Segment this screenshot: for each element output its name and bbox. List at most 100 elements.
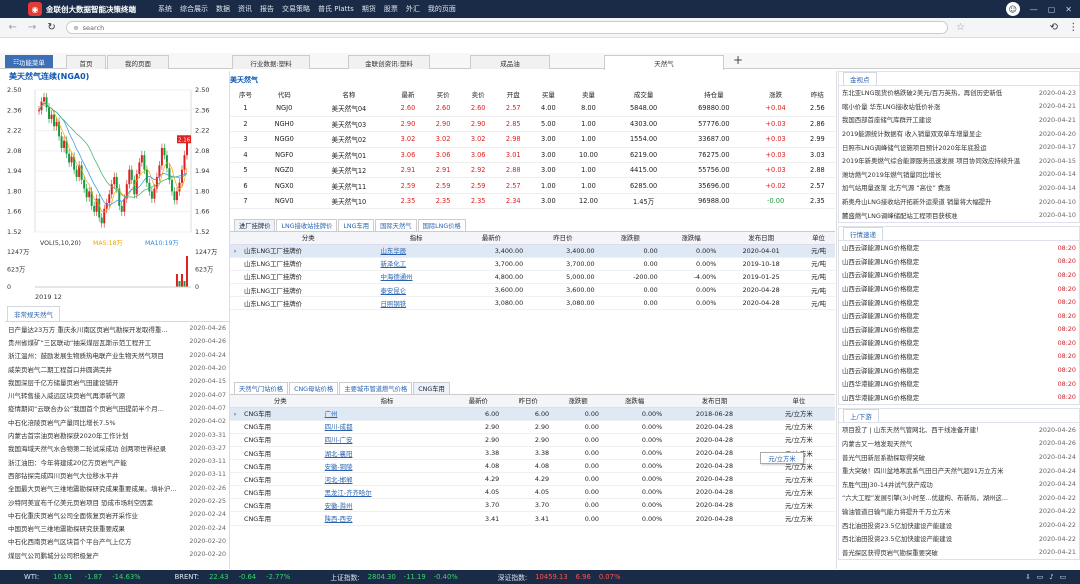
table-row[interactable]: CNG车用 黑龙江-齐齐哈尔 4.05 4.05 0.00 0.00% 2020-04-28… (230, 485, 835, 500)
maximize-icon[interactable]: ▢ (1048, 5, 1056, 14)
list-item[interactable]: “六大工程”发展引擎(3小时至...优建构、布新局，湖州这... 2020-04-… (839, 491, 1079, 505)
indicator-link[interactable]: 安徽-铜陵 (325, 463, 353, 471)
column-header[interactable]: 单位 (802, 232, 835, 245)
column-header[interactable]: 发布日期 (666, 395, 763, 408)
list-item[interactable]: 喀小价量 华东LNG接收站低价补涨 2020-04-21 (839, 100, 1079, 114)
more-icon[interactable]: ⋮ (1067, 22, 1080, 33)
column-header[interactable]: 成交量 (611, 87, 676, 101)
indicator-link[interactable]: 日照钢铁 (381, 300, 407, 308)
indicator-link[interactable]: 河北-邯郸 (325, 476, 353, 484)
menu-item[interactable]: 期货 (362, 4, 376, 14)
table-row[interactable]: 山东LNG工厂挂牌价 泰安昆仑 3,600.00 3,600.00 0.00 0.00% 2… (230, 283, 835, 298)
list-item[interactable]: 普光探区获得页岩气勘探重要突破 2020-04-21 (839, 545, 1079, 559)
list-item[interactable]: 中石化西南页岩气区块首个平台产气上亿方 2020-02-20 (5, 535, 229, 548)
column-header[interactable]: 指标 (376, 232, 456, 245)
star-icon[interactable]: ☆ (954, 22, 967, 33)
list-item[interactable]: 川气转售接入威远区块页岩气再添新气源 2020-04-07 (5, 388, 229, 401)
column-header[interactable]: 昨日价 (527, 232, 599, 245)
indicator-link[interactable]: 黑龙江-齐齐哈尔 (325, 489, 372, 497)
list-item[interactable]: 新奥舟山LNG接收站开拓新外运渠道 销量将大幅提升 2020-04-10 (839, 195, 1079, 209)
sub-tab[interactable]: LNG接收站挂牌价 (276, 219, 338, 232)
close-icon[interactable]: ✕ (1065, 5, 1072, 14)
url-input[interactable]: ⊕ search (66, 21, 948, 34)
list-item[interactable]: 山西云驿能源LNG价格稳定 08:20 (839, 282, 1079, 296)
list-item[interactable]: 山西云驿能源LNG价格稳定 08:20 (839, 363, 1079, 377)
column-header[interactable]: 分类 (240, 395, 321, 408)
sub-tab[interactable]: LNG车用 (338, 219, 375, 232)
list-item[interactable]: 贵州省煤矿“三区联动”抽采煤层瓦斯示范工程开工 2020-04-26 (5, 335, 229, 348)
sub-tab[interactable]: 国际LNG价格 (417, 219, 466, 232)
list-item[interactable]: 麓盛燃气LNG调峰储配站工程项目获核准 2020-04-10 (839, 208, 1079, 222)
list-item[interactable]: 日照市LNG调峰储气设施项目预计2020年年底投运 2020-04-17 (839, 140, 1079, 154)
reload-icon[interactable]: ↻ (45, 22, 58, 33)
table-row[interactable]: CNG车用 河北-邯郸 4.29 4.29 0.00 0.00% 2020-04-28 元/立… (230, 472, 835, 487)
column-header[interactable]: 买量 (531, 87, 566, 101)
table-row[interactable]: CNG车用湖北-襄阳3.383.380.000.00%2020-04-28元/立… (230, 446, 835, 461)
list-item[interactable]: 疫情期间“云联合办公”我国首个页岩气田提前半个月... 2020-04-07 (5, 402, 229, 415)
list-item[interactable]: 中石化涪陵页岩气产量同比增长7.5% 2020-04-02 (5, 415, 229, 428)
list-item[interactable]: 全国最大页岩气三维地震勘探研究成果重要成果。填补沪... 2020-02-26 (5, 482, 229, 495)
column-header[interactable]: 买价 (426, 87, 461, 101)
indicator-link[interactable]: 安徽-滁州 (325, 502, 353, 510)
list-item[interactable]: 内蒙古首宗油页岩勘探获2020年工作计划 2020-03-31 (5, 428, 229, 441)
list-item[interactable]: 我国深层千亿方储量页岩气田建设铺开 2020-04-15 (5, 375, 229, 388)
user-avatar[interactable]: ☺ (1005, 2, 1020, 16)
history-icon[interactable]: ⟲ (1047, 22, 1060, 33)
column-header[interactable]: 发布日期 (720, 232, 803, 245)
table-row[interactable]: › CNG车用 广州 6.00 6.00 0.00 0.00% 2018-06-28 元/立方米 (230, 407, 835, 421)
table-row[interactable]: CNG车用 陕西-西安 3.41 3.41 0.00 0.00% 2020-04-28 元/立… (230, 511, 835, 526)
indicator-link[interactable]: 四川-广安 (325, 436, 353, 444)
column-header[interactable]: 卖价 (461, 87, 496, 101)
indicator-link[interactable]: 广州 (325, 410, 338, 418)
sub-tab[interactable]: CNG车用 (413, 382, 450, 395)
column-header[interactable]: 最新价 (453, 395, 504, 408)
table-row[interactable]: 2 NGH0 美天然气03 2.90 2.90 2.90 2.85 5.00 1.00 4303.… (230, 116, 835, 133)
column-header[interactable]: 涨跌额 (598, 232, 662, 245)
tab-plastic-data[interactable]: 行业数据:塑料 (232, 55, 310, 69)
list-item[interactable]: 中石化重庆页岩气公司全面恢复页岩开采作业 2020-02-24 (5, 508, 229, 521)
sub-tab[interactable]: CNG母站价格 (289, 382, 339, 395)
list-item[interactable]: 东北亚LNG现货价格跌破2美元/百万英热，再创历史新低 2020-04-23 (839, 86, 1079, 100)
tab-my-page[interactable]: 我的页面 (107, 55, 169, 69)
list-item[interactable]: 西北油田投资23.5亿加快建设产能建设 2020-04-22 (839, 518, 1079, 532)
table-row[interactable]: CNG车用 四川-广安 2.90 2.90 0.00 0.00% 2020-04-28 元/立… (230, 433, 835, 447)
list-item[interactable]: 山西云驿能源LNG价格稳定 08:20 (839, 255, 1079, 269)
list-item[interactable]: 山西云驿能源LNG价格稳定 08:20 (839, 309, 1079, 323)
column-header[interactable]: 昨日价 (503, 395, 554, 408)
list-item[interactable]: 浙江油田：今年将建成20亿方页岩气产能 2020-03-11 (5, 455, 229, 468)
list-item[interactable]: 日产量达23万方 重庆永川南区页岩气勘探开发取得重... 2020-04-26 (5, 322, 229, 335)
list-item[interactable]: 我国海域天然气水合物第二轮试采成功 创两项世界纪录 2020-03-27 (5, 442, 229, 455)
list-item[interactable]: 山西云驿能源LNG价格稳定 08:20 (839, 323, 1079, 337)
table-row[interactable]: 山东LNG工厂挂牌价 新泽化工 3,700.00 3,700.00 0.00 0.00% 2… (230, 257, 835, 271)
list-item[interactable]: 威荣页岩气二期工程首口井圆满完井 2020-04-20 (5, 362, 229, 375)
back-icon[interactable]: ← (6, 22, 19, 33)
table-row[interactable]: CNG车用 安徽-铜陵 4.08 4.08 0.00 0.00% 2020-04-28 元/立… (230, 459, 835, 474)
list-item[interactable]: 普光气田新层系勘探取得突破 2020-04-24 (839, 450, 1079, 464)
table-row[interactable]: 山东LNG工厂挂牌价 中海德通州 4,800.00 5,000.00 -200.00 -4… (230, 270, 835, 285)
column-header[interactable]: 涨跌幅 (602, 395, 667, 408)
list-item[interactable]: 内蒙古又一地发现天然气 2020-04-26 (839, 437, 1079, 451)
sub-tab[interactable]: 主要城市管道燃气价格 (339, 382, 413, 395)
table-row[interactable]: CNG车用 安徽-滁州 3.70 3.70 0.00 0.00% 2020-04-28 元/立… (230, 498, 835, 513)
column-header[interactable]: 涨跌额 (553, 395, 603, 408)
column-header[interactable]: 持仓量 (676, 87, 751, 101)
list-item[interactable]: 浙江温州：鼓励发展生物质热电联产业生物天然气项目 2020-04-24 (5, 349, 229, 362)
list-item[interactable]: 加气站用量逐渐 北方气源 “高位” 费涨 2020-04-14 (839, 181, 1079, 195)
column-header[interactable]: 涨跌 (751, 87, 799, 101)
menu-item[interactable]: 股票 (384, 4, 398, 14)
menu-item[interactable]: 数据 (216, 4, 230, 14)
column-header[interactable]: 分类 (240, 232, 377, 245)
indicator-link[interactable]: 四川-成都 (325, 423, 353, 431)
tab-home[interactable]: 首页 (66, 55, 106, 69)
list-item[interactable]: 中国页岩气三维地震勘探研究获重要成果 2020-02-24 (5, 521, 229, 534)
sub-tab[interactable]: 进厂挂牌价 (234, 219, 276, 232)
tab-insight[interactable]: 金视点 (843, 72, 877, 85)
menu-item[interactable]: 普氏 Platts (318, 4, 354, 14)
table-row[interactable]: 5 NGZ0 美天然气12 2.91 2.91 2.92 2.88 3.00 1.00 4415.… (230, 162, 835, 179)
list-item[interactable]: 项目投了 | 山东天然气管网北、西干线准备开建！ 2020-04-26 (839, 423, 1079, 437)
list-item[interactable]: 山西云驿能源LNG价格稳定 08:20 (839, 350, 1079, 364)
list-item[interactable]: 山西云驿能源LNG价格稳定 08:20 (839, 295, 1079, 309)
menu-item[interactable]: 综合展示 (180, 4, 208, 14)
list-item[interactable]: 山西华港能源LNG价格稳定 08:20 (839, 377, 1079, 391)
indicator-link[interactable]: 泰安昆仑 (381, 287, 407, 295)
